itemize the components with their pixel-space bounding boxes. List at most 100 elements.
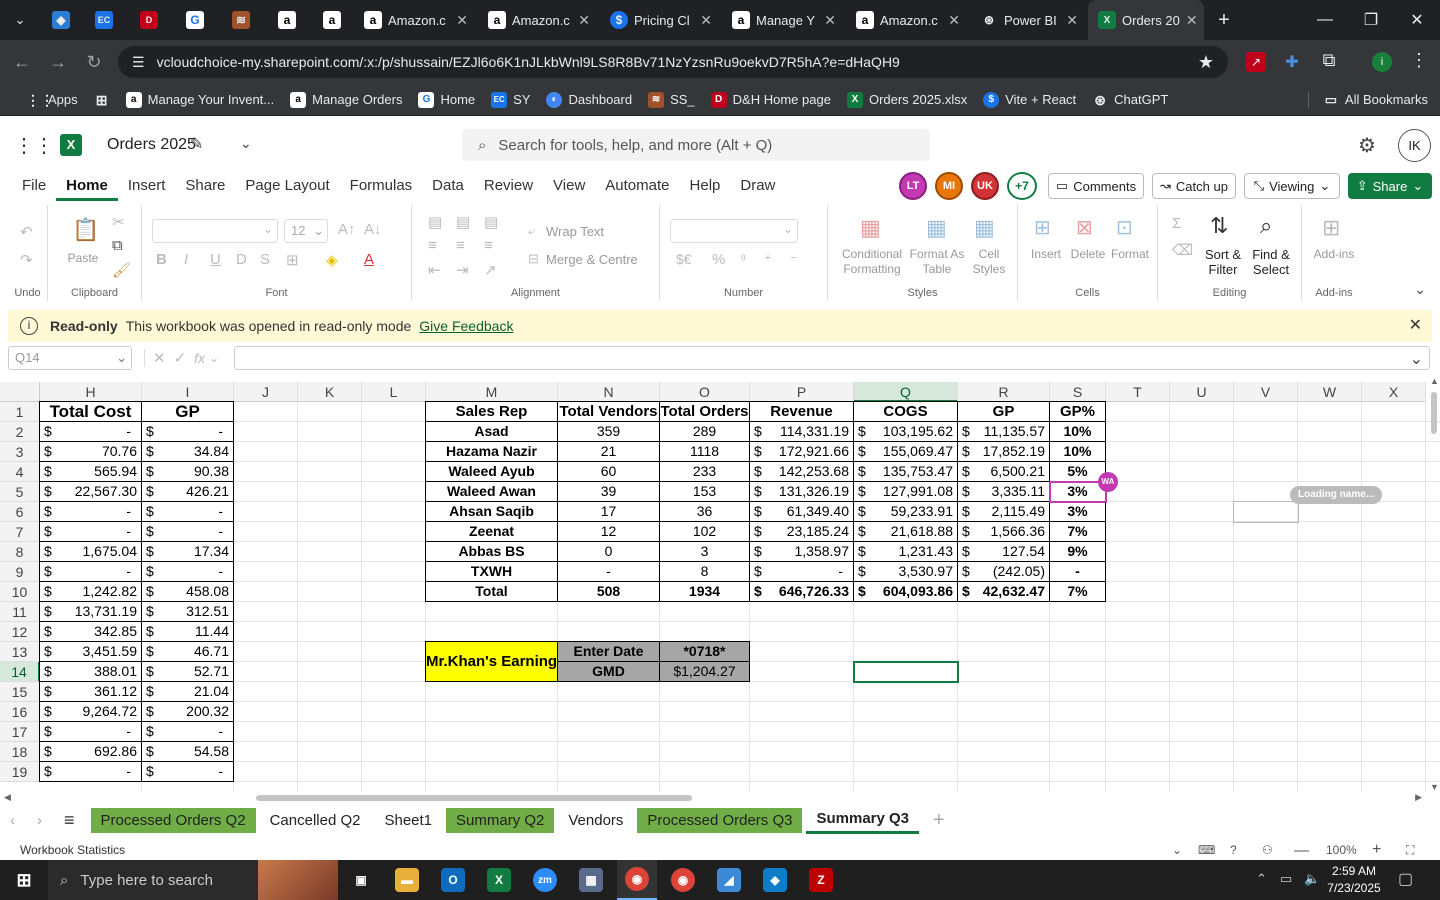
row-header-18[interactable]: 18	[0, 742, 40, 762]
bookmark-vite[interactable]: $ Vite + React	[975, 91, 1084, 108]
taskbar-chrome-active[interactable]: ◉	[617, 860, 657, 900]
column-header-t[interactable]: T	[1106, 382, 1170, 402]
currency-cell[interactable]: $604,093.86	[853, 581, 958, 602]
currency-cell[interactable]: $3,335.11	[957, 481, 1050, 502]
currency-cell[interactable]: $90.38	[141, 461, 234, 482]
presence-avatar[interactable]: UK	[971, 172, 999, 200]
currency-cell[interactable]: $22,567.30	[39, 481, 142, 502]
currency-cell[interactable]: $61,349.40	[749, 501, 854, 522]
tab-review[interactable]: Review	[474, 169, 543, 203]
summary-cell[interactable]: Hazama Nazir	[425, 441, 558, 462]
summary-header[interactable]: Sales Rep	[425, 401, 558, 422]
close-icon[interactable]: ✕	[1066, 12, 1078, 29]
summary-cell[interactable]: 1118	[659, 441, 750, 462]
currency-cell[interactable]: $565.94	[39, 461, 142, 482]
decrease-indent-icon[interactable]: ⇤	[428, 261, 441, 279]
close-icon[interactable]: ✕	[1409, 315, 1422, 335]
align-middle-icon[interactable]: ▤	[456, 213, 470, 231]
wrap-text-button[interactable]: Wrap Text	[546, 224, 604, 239]
header-total-cost[interactable]: Total Cost	[39, 401, 142, 422]
notifications-icon[interactable]: ▢	[1398, 869, 1413, 889]
currency-cell[interactable]: $ -	[39, 721, 142, 742]
summary-header[interactable]: Revenue	[749, 401, 854, 422]
summary-cell[interactable]: 289	[659, 421, 750, 442]
column-header-r[interactable]: R	[958, 382, 1050, 402]
ribbon-collapse-chevron-icon[interactable]: ⌄	[1414, 281, 1426, 298]
extension-icon[interactable]: ✚	[1282, 52, 1302, 72]
align-right-icon[interactable]: ≡	[484, 237, 493, 254]
find-select-button[interactable]: Find & Select	[1246, 247, 1296, 277]
close-icon[interactable]: ✕	[700, 12, 712, 29]
scroll-down-icon[interactable]: ▼	[1430, 782, 1439, 792]
cut-icon[interactable]: ✂	[112, 213, 125, 231]
tab-orders-2025[interactable]: X Orders 20 ✕	[1088, 0, 1204, 40]
currency-cell[interactable]: $11,135.57	[957, 421, 1050, 442]
currency-cell[interactable]: $17.34	[141, 541, 234, 562]
summary-cell[interactable]: 10%	[1049, 421, 1106, 442]
align-left-icon[interactable]: ≡	[428, 237, 437, 254]
tab-amazon-1[interactable]: a Amazon.c ✕	[354, 0, 478, 40]
currency-cell[interactable]: $388.01	[39, 661, 142, 682]
summary-cell[interactable]: 10%	[1049, 441, 1106, 462]
help-icon[interactable]: ?	[1230, 843, 1237, 857]
currency-cell[interactable]: $ -	[141, 721, 234, 742]
font-size-select[interactable]: 12 ⌄	[284, 219, 328, 243]
presence-avatar[interactable]: LT	[899, 172, 927, 200]
star-icon[interactable]: ★	[1198, 52, 1214, 73]
row-header-4[interactable]: 4	[0, 462, 40, 482]
summary-header[interactable]: Total Vendors	[557, 401, 660, 422]
row-header-12[interactable]: 12	[0, 622, 40, 642]
currency-icon[interactable]: $€	[676, 251, 692, 267]
maximize-icon[interactable]: ❐	[1348, 10, 1394, 30]
column-header-j[interactable]: J	[234, 382, 298, 402]
currency-cell[interactable]: $ (242.05)	[957, 561, 1050, 582]
close-window-icon[interactable]: ✕	[1394, 10, 1440, 30]
increase-indent-icon[interactable]: ⇥	[456, 261, 469, 279]
sheet-tab-summary-q3[interactable]: Summary Q3	[806, 806, 920, 834]
summary-total-cell[interactable]: 7%	[1049, 581, 1106, 602]
keyboard-icon[interactable]: ⌨	[1198, 843, 1215, 857]
strikethrough-icon[interactable]: S	[260, 251, 270, 268]
currency-cell[interactable]: $21,618.88	[853, 521, 958, 542]
column-header-n[interactable]: N	[558, 382, 660, 402]
taskbar-chrome[interactable]: ◉	[663, 860, 703, 900]
taskbar-excel[interactable]: X	[479, 860, 519, 900]
extension-pdf-icon[interactable]: ↗	[1246, 52, 1266, 72]
column-header-h[interactable]: H	[40, 382, 142, 402]
currency-cell[interactable]: $127.54	[957, 541, 1050, 562]
column-header-k[interactable]: K	[298, 382, 362, 402]
redo-icon[interactable]: ↷	[20, 251, 33, 269]
font-color-icon[interactable]: A	[364, 251, 374, 268]
fill-color-icon[interactable]: ◈	[326, 251, 338, 269]
summary-cell[interactable]: 36	[659, 501, 750, 522]
currency-cell[interactable]: $1,231.43	[853, 541, 958, 562]
tab-pricing[interactable]: $ Pricing Cl ✕	[600, 0, 722, 40]
format-as-table-button[interactable]: Format As Table	[908, 247, 966, 277]
tab-view[interactable]: View	[543, 169, 595, 203]
decrease-font-icon[interactable]: A↓	[364, 221, 382, 238]
currency-cell[interactable]: $131,326.19	[749, 481, 854, 502]
bookmark-apps[interactable]: ⋮⋮ Apps	[18, 92, 86, 108]
feedback-icon[interactable]: ⚇	[1262, 843, 1273, 857]
sort-filter-button[interactable]: Sort & Filter	[1198, 247, 1248, 277]
bookmark-manage-inventory[interactable]: a Manage Your Invent...	[118, 91, 282, 108]
gmd-value[interactable]: $1,204.27	[659, 661, 750, 682]
chevron-down-icon[interactable]: ⌄	[209, 351, 219, 365]
row-header-7[interactable]: 7	[0, 522, 40, 542]
summary-total-cell[interactable]: 1934	[659, 581, 750, 602]
currency-cell[interactable]: $103,195.62	[853, 421, 958, 442]
sheet-tab-sheet1[interactable]: Sheet1	[374, 808, 442, 833]
currency-cell[interactable]: $142,253.68	[749, 461, 854, 482]
summary-cell[interactable]: -	[1049, 561, 1106, 582]
summary-cell[interactable]: 3%	[1049, 501, 1106, 522]
bookmark-dashboard[interactable]: ◐ Dashboard	[538, 91, 640, 108]
currency-cell[interactable]: $17,852.19	[957, 441, 1050, 462]
scroll-right-icon[interactable]: ▶	[1415, 792, 1422, 803]
row-header-16[interactable]: 16	[0, 702, 40, 722]
currency-cell[interactable]: $3,451.59	[39, 641, 142, 662]
currency-cell[interactable]: $1,242.82	[39, 581, 142, 602]
merge-centre-button[interactable]: Merge & Centre	[546, 252, 638, 267]
row-header-5[interactable]: 5	[0, 482, 40, 502]
taskbar-zoom[interactable]: zm	[525, 860, 565, 900]
tab-draw[interactable]: Draw	[730, 169, 785, 203]
